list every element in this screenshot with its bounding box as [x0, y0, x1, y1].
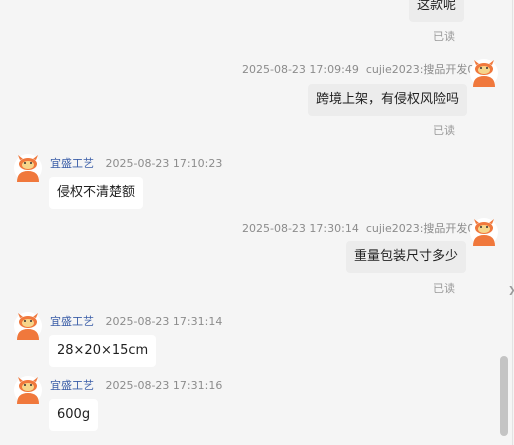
message-time: 2025-08-23 17:31:16	[105, 379, 223, 392]
cat-mascot-avatar-icon[interactable]	[14, 376, 42, 404]
message-header: 宜盛工艺 2025-08-23 17:31:14	[50, 313, 222, 329]
cat-mascot-avatar-icon[interactable]	[470, 59, 498, 87]
message-bubble[interactable]: 跨境上架，有侵权风险吗	[308, 84, 468, 116]
message-bubble[interactable]: 这款呢	[409, 0, 465, 22]
message-time: 2025-08-23 17:10:23	[105, 157, 223, 170]
message-bubble[interactable]: 重量包装尺寸多少	[346, 241, 467, 273]
message-sender[interactable]: 宜盛工艺	[50, 379, 94, 392]
cat-mascot-avatar-icon[interactable]	[14, 154, 42, 182]
message-bubble[interactable]: 28×20×15cm	[49, 335, 157, 367]
message-header: 宜盛工艺 2025-08-23 17:31:16	[50, 377, 222, 393]
cat-mascot-avatar-icon[interactable]	[470, 218, 498, 246]
message-bubble[interactable]: 600g	[49, 399, 99, 431]
chevron-right-icon[interactable]: ❯	[508, 286, 514, 296]
message-header: 宜盛工艺 2025-08-23 17:10:23	[50, 155, 222, 171]
message-header: 2025-08-23 17:09:49 cujie2023:搜品开发086	[242, 61, 488, 77]
message-time: 2025-08-23 17:30:14	[242, 222, 359, 235]
scrollbar-thumb[interactable]	[500, 356, 508, 436]
read-status: 已读	[433, 30, 455, 43]
message-time: 2025-08-23 17:31:14	[105, 315, 223, 328]
read-status: 已读	[433, 124, 455, 137]
message-time: 2025-08-23 17:09:49	[242, 63, 359, 76]
chat-window: 这款呢 已读 2025-08-23 17:09:49 cujie2023:搜品开…	[0, 0, 514, 445]
cat-mascot-avatar-icon[interactable]	[14, 312, 42, 340]
read-status: 已读	[433, 282, 455, 295]
message-sender[interactable]: 宜盛工艺	[50, 315, 94, 328]
message-sender[interactable]: 宜盛工艺	[50, 157, 94, 170]
message-bubble[interactable]: 侵权不清楚额	[49, 177, 144, 209]
panel-divider	[512, 0, 513, 445]
message-header: 2025-08-23 17:30:14 cujie2023:搜品开发086	[242, 220, 488, 236]
